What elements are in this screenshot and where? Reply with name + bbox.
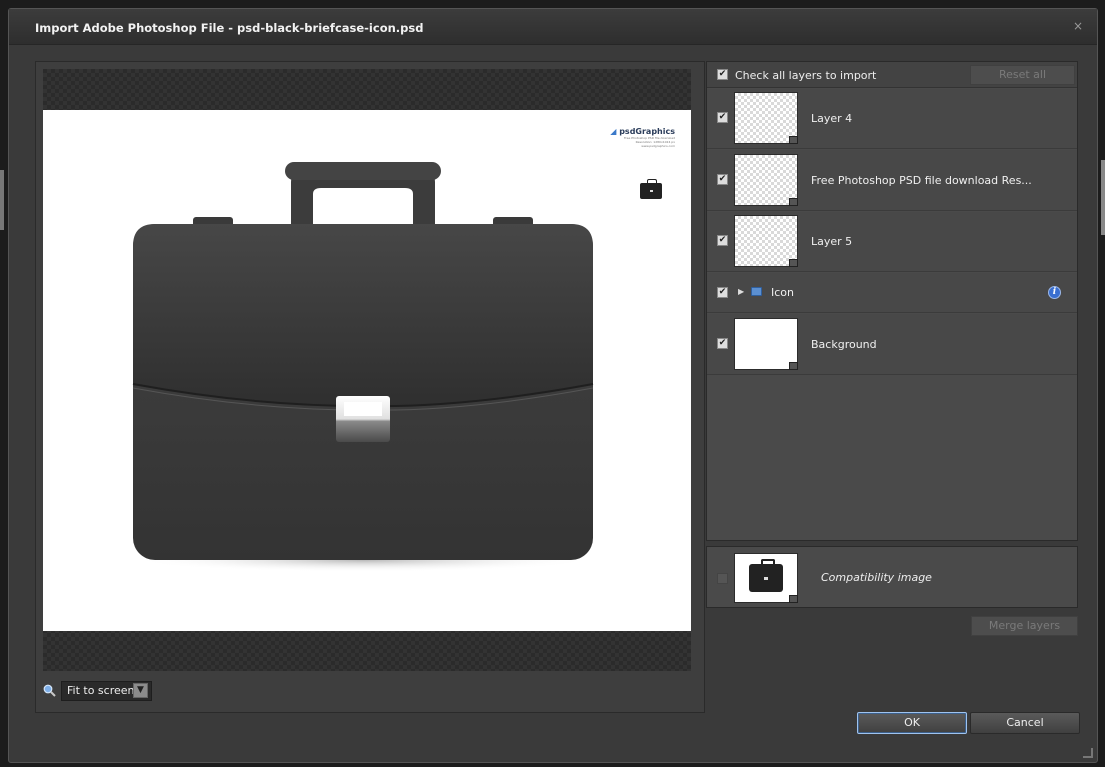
- layer-checkbox[interactable]: ✔: [717, 174, 728, 185]
- brand-watermark: ◢ psdGraphics Free Photoshop PSD file do…: [585, 127, 675, 148]
- layers-panel: ✔ Check all layers to import Reset all ✔…: [706, 61, 1078, 541]
- import-dialog: Import Adobe Photoshop File - psd-black-…: [8, 8, 1098, 763]
- close-icon[interactable]: ×: [1071, 19, 1085, 33]
- layer-name: Icon: [771, 286, 794, 299]
- brand-logo-icon: ◢: [610, 127, 620, 136]
- layer-group-row[interactable]: ✔ ▶ Icon i: [707, 273, 1077, 313]
- layer-badge-icon: [789, 136, 798, 144]
- layer-checkbox[interactable]: ✔: [717, 112, 728, 123]
- preview-panel: ◢ psdGraphics Free Photoshop PSD file do…: [35, 61, 705, 713]
- check-all-label: Check all layers to import: [735, 69, 877, 82]
- layer-badge-icon: [789, 362, 798, 370]
- ok-button[interactable]: OK: [857, 712, 967, 734]
- magnifier-icon[interactable]: [43, 684, 56, 697]
- chevron-down-icon[interactable]: ▼: [133, 683, 148, 698]
- check-all-checkbox[interactable]: ✔: [717, 69, 728, 80]
- compatibility-checkbox[interactable]: [717, 573, 728, 584]
- layer-badge-icon: [789, 595, 798, 603]
- right-edge-scroll: [1101, 160, 1105, 235]
- layer-thumbnail: [734, 215, 798, 267]
- briefcase-illustration: [132, 162, 594, 572]
- expand-arrow-icon[interactable]: ▶: [738, 287, 744, 296]
- briefcase-icon: [749, 559, 783, 592]
- reset-all-button[interactable]: Reset all: [970, 65, 1075, 85]
- layer-row[interactable]: ✔ Background: [707, 314, 1077, 375]
- layer-checkbox[interactable]: ✔: [717, 235, 728, 246]
- layer-name: Layer 5: [811, 235, 853, 248]
- dialog-title: Import Adobe Photoshop File - psd-black-…: [35, 21, 424, 35]
- preview-image: ◢ psdGraphics Free Photoshop PSD file do…: [43, 110, 691, 631]
- layer-name: Background: [811, 338, 877, 351]
- layer-thumbnail: [734, 154, 798, 206]
- compatibility-panel: Compatibility image: [706, 546, 1078, 608]
- info-icon[interactable]: i: [1048, 286, 1061, 299]
- layer-name: Layer 4: [811, 112, 853, 125]
- layer-thumbnail: [734, 92, 798, 144]
- dialog-titlebar[interactable]: Import Adobe Photoshop File - psd-black-…: [9, 9, 1097, 45]
- brand-name: psdGraphics: [619, 127, 675, 136]
- text-layer-badge-icon: [789, 198, 798, 206]
- layer-row[interactable]: ✔ Free Photoshop PSD file download Res..…: [707, 150, 1077, 211]
- cancel-button[interactable]: Cancel: [970, 712, 1080, 734]
- mini-briefcase-icon: [640, 179, 662, 199]
- layer-name: Free Photoshop PSD file download Res...: [811, 174, 1032, 187]
- layer-checkbox[interactable]: ✔: [717, 338, 728, 349]
- layer-thumbnail: [734, 318, 798, 370]
- layers-header: ✔ Check all layers to import Reset all: [707, 62, 1077, 88]
- preview-canvas: ◢ psdGraphics Free Photoshop PSD file do…: [43, 69, 691, 671]
- folder-icon: [751, 287, 762, 296]
- compatibility-label: Compatibility image: [821, 571, 932, 584]
- merge-layers-button[interactable]: Merge layers: [971, 616, 1078, 636]
- layer-checkbox[interactable]: ✔: [717, 287, 728, 298]
- layer-row[interactable]: ✔ Layer 5: [707, 212, 1077, 272]
- left-edge-scroll: [0, 170, 4, 230]
- compatibility-thumbnail: [734, 553, 798, 603]
- resize-grip-icon[interactable]: [1083, 748, 1093, 758]
- layer-badge-icon: [789, 259, 798, 267]
- layer-row[interactable]: ✔ Layer 4: [707, 89, 1077, 149]
